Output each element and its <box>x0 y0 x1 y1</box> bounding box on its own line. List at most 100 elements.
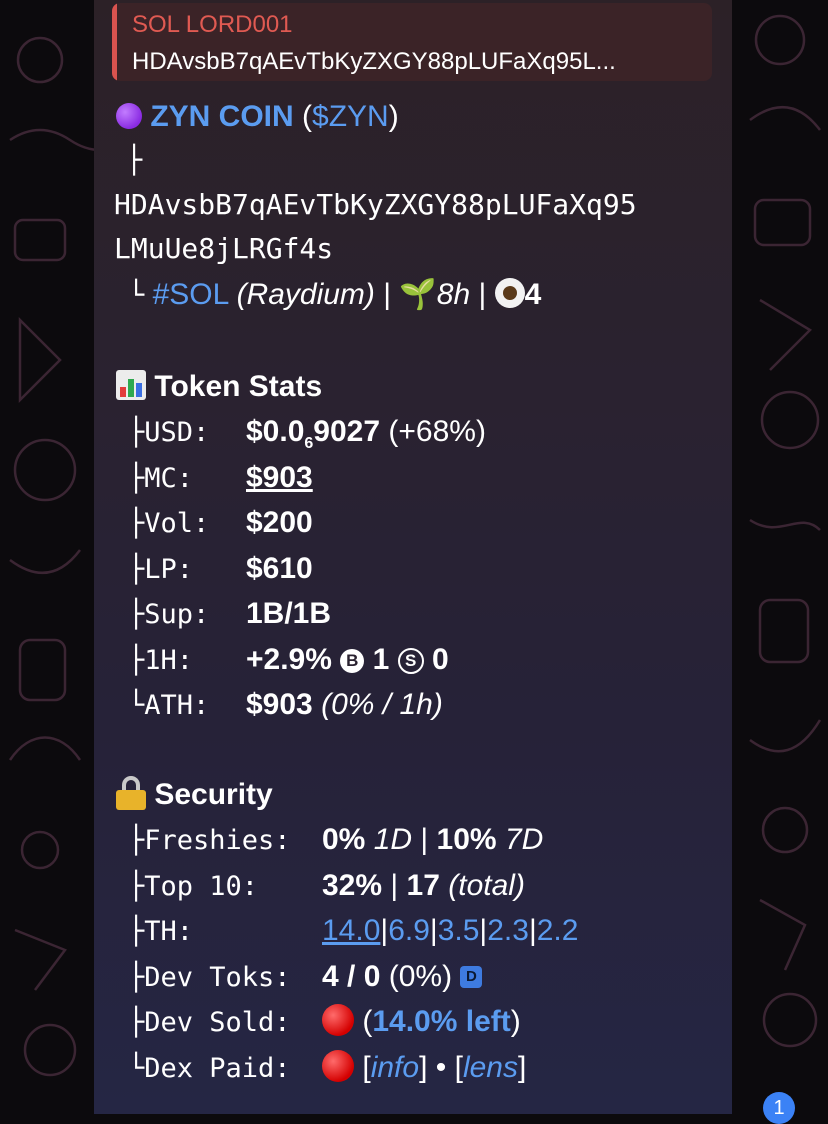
h1-buys: 1 <box>372 643 390 676</box>
lens-link[interactable]: lens <box>463 1051 518 1084</box>
top10-total: (total) <box>448 869 525 902</box>
fresh-7d-value: 10% <box>436 823 497 856</box>
stat-1h: ├1H: +2.9% B 1 S 0 <box>128 641 449 680</box>
devtoks-label: ├Dev Toks: <box>128 962 291 993</box>
reply-quote[interactable]: SOL LORD001 HDAvsbB7qAEvTbKyZXGY88pLUFaX… <box>112 3 712 81</box>
devtoks-value: 4 / 0 <box>322 960 381 993</box>
top10-count: 17 <box>406 869 440 902</box>
th-sep: | <box>528 914 537 947</box>
usd-digits: 9027 <box>313 415 381 448</box>
devsold-paren-close: ) <box>510 1005 521 1038</box>
bar-chart-icon <box>116 370 146 400</box>
token-meta-line: └ #SOL (Raydium) | 🌱8h | 4 <box>128 276 541 315</box>
reply-sender: SOL LORD001 <box>132 11 293 38</box>
info-bracket-open: [ <box>362 1051 371 1084</box>
sup-value: 1B/1B <box>246 597 332 630</box>
mc-label: ├MC: <box>128 463 194 494</box>
dex-name: (Raydium) <box>236 278 375 311</box>
tree-end: └ <box>128 280 145 311</box>
paren-close: ) <box>388 100 399 133</box>
th-sep: | <box>429 914 438 947</box>
dev-badge-icon[interactable]: D <box>460 966 483 988</box>
stat-lp: ├LP: $610 <box>128 550 313 589</box>
usd-prefix: $0.0 <box>246 415 305 448</box>
reply-preview: HDAvsbB7qAEvTbKyZXGY88pLUFaXq95L... <box>132 48 616 75</box>
th-link-5[interactable]: 2.2 <box>537 914 579 947</box>
token-ticker-link[interactable]: $ZYN <box>312 100 389 133</box>
th-link-1[interactable]: 14.0 <box>322 914 380 947</box>
eye-icon <box>494 278 525 308</box>
lp-value: $610 <box>246 552 313 585</box>
unread-badge[interactable]: 1 <box>763 1092 795 1124</box>
ath-value: $903 <box>246 688 313 721</box>
fresh-7d: 7D <box>504 823 544 856</box>
sec-dev-sold: ├Dev Sold: (14.0% left) <box>128 1003 521 1042</box>
reply-accent-bar <box>112 3 117 81</box>
sup-label: ├Sup: <box>128 599 210 630</box>
th-label: ├TH: <box>128 916 194 947</box>
stat-vol: ├Vol: $200 <box>128 504 313 543</box>
devsold-label: ├Dev Sold: <box>128 1007 291 1038</box>
paren-open: ( <box>302 100 313 133</box>
h1-change: +2.9% <box>246 643 332 676</box>
separator: | <box>383 278 392 311</box>
freshies-label: ├Freshies: <box>128 825 291 856</box>
ath-detail: (0% / 1h) <box>321 688 443 721</box>
separator: | <box>478 278 487 311</box>
token-stats-title: Token Stats <box>154 370 323 403</box>
red-circle-icon <box>322 1050 354 1082</box>
sec-top10: ├Top 10: 32% | 17 (total) <box>128 867 525 906</box>
ath-label: └ATH: <box>128 690 210 721</box>
usd-subscript: 6 <box>304 435 314 452</box>
token-age: 8h <box>436 278 471 311</box>
lock-icon <box>116 776 146 810</box>
devsold-paren-open: ( <box>362 1005 373 1038</box>
stat-supply: ├Sup: 1B/1B <box>128 595 331 634</box>
h1-sells: 0 <box>431 643 449 676</box>
fresh-1d: 1D <box>373 823 413 856</box>
h1-label: ├1H: <box>128 645 194 676</box>
separator: | <box>390 869 399 902</box>
seedling-icon: 🌱 <box>399 278 437 311</box>
token-name-link[interactable]: ZYN COIN <box>150 100 293 133</box>
sec-dex-paid: └Dex Paid: [info] • [lens] <box>128 1049 526 1088</box>
sells-icon: S <box>397 648 424 674</box>
stat-mc: ├MC: $903 <box>128 459 313 498</box>
buys-icon: B <box>340 649 365 673</box>
dexpaid-label: └Dex Paid: <box>128 1053 291 1084</box>
message-bubble: SOL LORD001 HDAvsbB7qAEvTbKyZXGY88pLUFaX… <box>94 0 732 1114</box>
fresh-1d-value: 0% <box>322 823 366 856</box>
vol-label: ├Vol: <box>128 508 210 539</box>
top10-label: ├Top 10: <box>128 871 259 902</box>
sec-dev-toks: ├Dev Toks: 4 / 0 (0%) D <box>128 958 483 997</box>
mc-value-link[interactable]: $903 <box>246 461 313 494</box>
info-bracket-close: ] <box>419 1051 428 1084</box>
red-circle-icon <box>322 1004 354 1036</box>
bullet: • <box>435 1051 447 1084</box>
token-title-line: ZYN COIN ($ZYN) <box>116 98 399 136</box>
usd-change: (+68%) <box>388 415 486 448</box>
sec-top-holders: ├TH: 14.0|6.9|3.5|2.3|2.2 <box>128 912 578 951</box>
contract-address-line2[interactable]: LMuUe8jLRGf4s <box>114 230 333 268</box>
lp-label: ├LP: <box>128 554 194 585</box>
stat-ath: └ATH: $903 (0% / 1h) <box>128 686 443 725</box>
th-link-4[interactable]: 2.3 <box>487 914 529 947</box>
devtoks-pct: (0%) <box>388 960 453 993</box>
usd-label: ├USD: <box>128 417 210 448</box>
stat-usd: ├USD: $0.069027 (+68%) <box>128 413 486 463</box>
token-stats-heading: Token Stats <box>116 368 322 406</box>
chain-hashtag[interactable]: #SOL <box>153 278 229 311</box>
security-title: Security <box>154 778 273 811</box>
tree-branch: ├ <box>126 145 143 176</box>
purple-circle-icon <box>116 103 142 129</box>
info-link[interactable]: info <box>371 1051 419 1084</box>
lens-bracket-close: ] <box>518 1051 527 1084</box>
sec-freshies: ├Freshies: 0% 1D | 10% 7D <box>128 821 543 860</box>
th-link-3[interactable]: 3.5 <box>438 914 480 947</box>
watchers-count: 4 <box>524 278 542 311</box>
devsold-left-link[interactable]: 14.0% left <box>372 1005 510 1038</box>
separator: | <box>420 823 429 856</box>
contract-address-line1[interactable]: HDAvsbB7qAEvTbKyZXGY88pLUFaXq95 <box>114 186 637 224</box>
th-link-2[interactable]: 6.9 <box>388 914 430 947</box>
security-heading: Security <box>116 776 273 814</box>
